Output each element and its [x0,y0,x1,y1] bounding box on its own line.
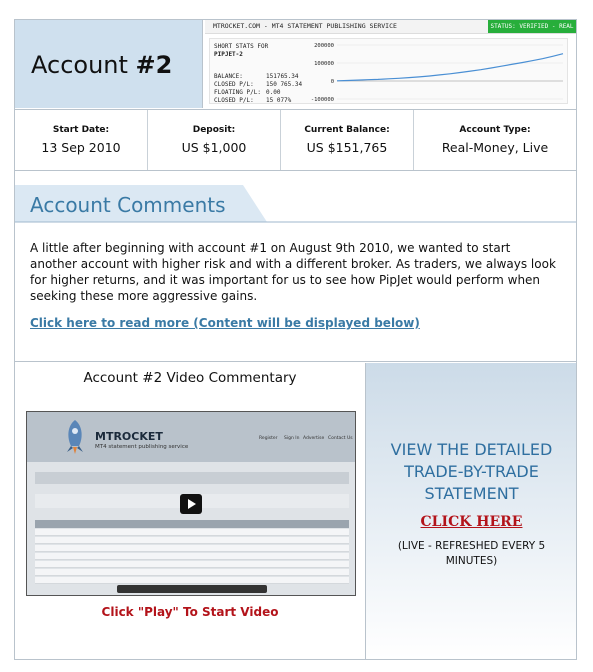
statement-short-stats: SHORT STATS FOR PIPJET-2 BALANCE: 151765… [209,38,568,104]
stat-line-value: 0.00 [266,89,281,96]
detailed-statement-heading: VIEW THE DETAILED TRADE-BY-TRADE STATEME… [390,440,553,503]
account-label: Account [31,51,128,79]
video-controls-bar[interactable] [117,585,267,593]
account-comments-section: Account Comments A little after beginnin… [15,172,576,362]
stat-line-label: CLOSED P/L: [214,97,254,104]
stat-line-value: 15 077% [266,97,292,104]
comments-title: Account Comments [30,193,226,217]
account-number: #2 [135,51,173,79]
video-thumb-logo: MTROCKET [95,430,163,443]
stat-line-value: 150 765.34 [266,81,303,88]
video-thumb-nav-item: Sign In [284,436,300,441]
video-thumb-row [35,553,349,560]
read-more-link[interactable]: Click here to read more (Content will be… [30,316,420,330]
comments-body: A little after beginning with account #1… [30,241,556,303]
detailed-statement-link[interactable]: CLICK HERE [366,514,577,530]
short-stats-label: SHORT STATS FOR [214,43,269,50]
stat-value: 13 Sep 2010 [41,140,121,155]
statement-site-label: MTROCKET.COM - MT4 STATEMENT PUBLISHING … [213,22,397,30]
video-thumb-nav-item: Register [259,436,278,441]
video-thumb-row [35,545,349,552]
stat-line-label: BALANCE: [214,73,243,80]
video-thumb-row [35,569,349,576]
video-thumb-row [35,577,349,584]
video-play-instruction: Click "Play" To Start Video [101,605,279,619]
stat-line-label: FLOATING P/L: [214,89,261,96]
stat-label: Deposit: [192,125,236,135]
video-thumb-table-header [35,520,349,528]
stat-label: Start Date: [52,125,110,135]
chart-y-tick-label: 200000 [314,43,334,49]
stat-line-label: CLOSED P/L: [214,81,254,88]
stat-line-value: 151765.34 [266,73,299,80]
video-player[interactable]: MTROCKET MT4 statement publishing servic… [26,411,356,596]
stat-current-balance: Current Balance: US $151,765 [281,110,414,170]
account-stats-row: Start Date: 13 Sep 2010 Deposit: US $1,0… [15,109,576,171]
video-thumb-info-bar [35,472,349,484]
video-thumb-subtitle: MT4 statement publishing service [95,444,189,450]
account-title-box: Account #2 [15,20,203,108]
rocket-icon [67,420,83,454]
refresh-note: (LIVE - REFRESHED EVERY 5 MINUTES) [397,540,546,567]
play-icon[interactable] [180,494,202,514]
stat-value: Real-Money, Live [441,140,549,155]
statement-widget[interactable]: MTROCKET.COM - MT4 STATEMENT PUBLISHING … [205,20,576,108]
video-thumb-row [35,537,349,544]
detailed-statement-pane: VIEW THE DETAILED TRADE-BY-TRADE STATEME… [365,363,576,659]
balance-series-line [336,53,564,82]
stat-value: US $1,000 [181,140,247,155]
account-panel: Account #2 MTROCKET.COM - MT4 STATEMENT … [14,19,577,660]
video-commentary-pane: Account #2 Video Commentary MTROCKET MT4… [15,363,365,659]
video-thumb-nav-item: Contact Us [328,436,353,441]
stat-start-date: Start Date: 13 Sep 2010 [15,110,148,170]
video-title: Account #2 Video Commentary [83,370,297,386]
stat-value: US $151,765 [306,140,388,155]
chart-y-tick-label: -100000 [311,97,334,103]
short-stats-account: PIPJET-2 [214,51,243,58]
stat-deposit: Deposit: US $1,000 [148,110,281,170]
verified-status-badge: STATUS: VERIFIED - REAL [488,20,576,33]
stat-account-type: Account Type: Real-Money, Live [414,110,576,170]
stat-label: Account Type: [459,125,531,135]
account-header: Account #2 MTROCKET.COM - MT4 STATEMENT … [15,20,576,108]
page-title: Account #2 [31,51,172,79]
video-thumb-nav-item: Advertise [303,436,325,441]
video-thumb-header: MTROCKET MT4 statement publishing servic… [27,412,355,462]
balance-chart: 200000 100000 0 -100000 [311,43,564,103]
video-thumb-row [35,529,349,536]
chart-y-tick-label: 100000 [314,61,334,67]
stat-label: Current Balance: [304,125,390,135]
statement-widget-bar: MTROCKET.COM - MT4 STATEMENT PUBLISHING … [205,20,576,34]
video-thumb-row [35,561,349,568]
chart-y-tick-label: 0 [331,79,334,85]
